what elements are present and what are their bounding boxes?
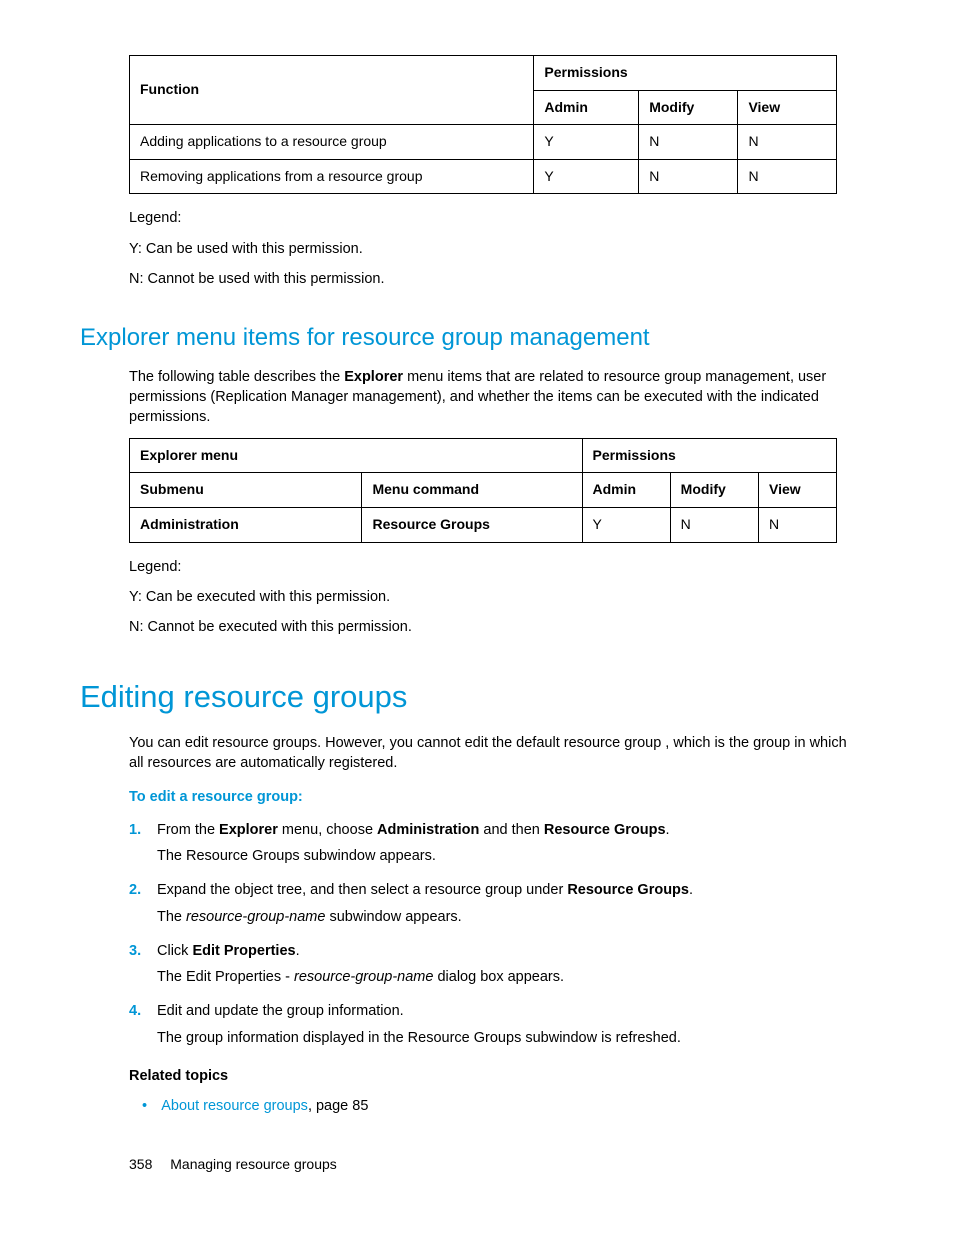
table-row: Removing applications from a resource gr… (130, 159, 837, 194)
page-footer: 358 Managing resource groups (129, 1155, 337, 1175)
th-modify: Modify (639, 90, 738, 125)
th-command: Menu command (362, 473, 582, 508)
th-function: Function (130, 56, 534, 125)
th-permissions: Permissions (534, 56, 837, 91)
legend-y: Y: Can be used with this permission. (129, 239, 854, 259)
legend-title: Legend: (129, 208, 854, 228)
editing-intro: You can edit resource groups. However, y… (129, 733, 854, 774)
th-view: View (738, 90, 837, 125)
legend2-y: Y: Can be executed with this permission. (129, 587, 854, 607)
table-row: Administration Resource Groups Y N N (130, 507, 837, 542)
legend2-title: Legend: (129, 557, 854, 577)
step-3: 3. Click Edit Properties. The Edit Prope… (129, 941, 854, 988)
th-admin: Admin (582, 473, 670, 508)
permissions-table-2: Explorer menu Permissions Submenu Menu c… (129, 438, 837, 543)
th-view: View (759, 473, 837, 508)
page-number: 358 (129, 1156, 152, 1172)
table-row: Adding applications to a resource group … (130, 125, 837, 160)
permissions-table-1: Function Permissions Admin Modify View A… (129, 55, 837, 194)
footer-title: Managing resource groups (170, 1156, 337, 1172)
steps-list: 1. From the Explorer menu, choose Admini… (129, 820, 854, 1048)
step-1: 1. From the Explorer menu, choose Admini… (129, 820, 854, 867)
legend2-n: N: Cannot be executed with this permissi… (129, 617, 854, 637)
related-topics-list: About resource groups, page 85 (142, 1096, 854, 1116)
step-2: 2. Expand the object tree, and then sele… (129, 880, 854, 927)
section-heading-explorer: Explorer menu items for resource group m… (80, 321, 854, 355)
th-submenu: Submenu (130, 473, 362, 508)
related-topics-heading: Related topics (129, 1066, 854, 1086)
legend-n: N: Cannot be used with this permission. (129, 269, 854, 289)
step-4: 4. Edit and update the group information… (129, 1001, 854, 1048)
explorer-intro: The following table describes the Explor… (129, 367, 854, 428)
related-item: About resource groups, page 85 (142, 1096, 854, 1116)
editing-subheading: To edit a resource group: (129, 787, 854, 807)
th-explorer-menu: Explorer menu (130, 438, 583, 473)
related-link[interactable]: About resource groups (161, 1098, 308, 1114)
th-permissions: Permissions (582, 438, 836, 473)
th-modify: Modify (670, 473, 758, 508)
section-heading-editing: Editing resource groups (80, 675, 854, 718)
th-admin: Admin (534, 90, 639, 125)
